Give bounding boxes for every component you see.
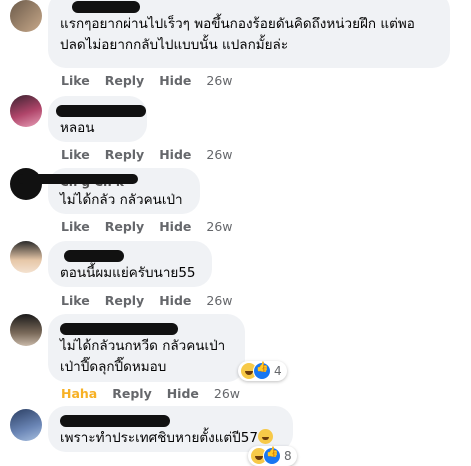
timestamp[interactable]: 26w (206, 147, 232, 162)
comment-actions: Like Reply Hide 26w (61, 147, 248, 162)
laughing-emoji-icon (257, 429, 273, 444)
hide-button[interactable]: Hide (159, 219, 191, 234)
comment-bubble: แรกๆอยากผ่านไปเร็วๆ พอขึ้นกองร้อยดันคิดถ… (48, 0, 450, 68)
comment-text-line: ไม่ได้กลัวนกหวีด กลัวคนเป่า (60, 338, 226, 354)
reaction-summary[interactable]: 8 (248, 446, 297, 466)
reply-button[interactable]: Reply (105, 219, 144, 234)
avatar[interactable] (10, 241, 42, 273)
like-button[interactable]: Like (61, 293, 90, 308)
comment-bubble: ตอนนี้ผมแย่ครับนาย55 (48, 241, 212, 287)
haha-button[interactable]: Haha (61, 386, 97, 401)
like-button[interactable]: Like (61, 73, 90, 88)
timestamp[interactable]: 26w (206, 73, 232, 88)
avatar[interactable] (10, 0, 42, 32)
redacted-name (60, 323, 178, 335)
timestamp[interactable]: 26w (206, 219, 232, 234)
comment-text-line: แรกๆอยากผ่านไปเร็วๆ พอขึ้นกองร้อยดันคิดถ… (60, 16, 415, 32)
reply-button[interactable]: Reply (105, 293, 144, 308)
hide-button[interactable]: Hide (159, 293, 191, 308)
timestamp[interactable]: 26w (214, 386, 240, 401)
comment-actions: Like Reply Hide 26w (61, 73, 248, 88)
reply-button[interactable]: Reply (112, 386, 151, 401)
reaction-count: 8 (284, 449, 292, 463)
redacted-name (56, 105, 146, 117)
avatar[interactable] (10, 314, 42, 346)
commenter-name[interactable] (56, 103, 146, 118)
comment-text: ไม่ได้กลัว กลัวคนเป่า (60, 192, 183, 208)
avatar[interactable] (10, 95, 42, 127)
hide-button[interactable]: Hide (159, 147, 191, 162)
reaction-summary[interactable]: 4 (238, 361, 287, 381)
comment-text-content: เพราะทำประเทศชิบหายตั้งแต่ปี57 (60, 430, 258, 446)
comment-bubble: Ch g Ch k ไม่ได้กลัว กลัวคนเป่า (18, 168, 200, 214)
like-button[interactable]: Like (61, 219, 90, 234)
comment-text: เพราะทำประเทศชิบหายตั้งแต่ปี57 (60, 428, 281, 449)
redacted-name (72, 1, 140, 13)
comment-text: หลอน (60, 120, 95, 136)
like-reaction-icon (263, 447, 281, 465)
commenter-name[interactable] (60, 413, 281, 428)
comment-actions: Haha Reply Hide 26w (61, 386, 255, 401)
reply-button[interactable]: Reply (105, 147, 144, 162)
commenter-name[interactable] (60, 248, 200, 263)
avatar[interactable] (10, 409, 42, 441)
comment-actions: Like Reply Hide 26w (61, 293, 248, 308)
comment-actions: Like Reply Hide 26w (61, 219, 248, 234)
comment-text: ตอนนี้ผมแย่ครับนาย55 (60, 265, 196, 281)
timestamp[interactable]: 26w (206, 293, 232, 308)
avatar[interactable] (10, 168, 42, 200)
redacted-name (18, 174, 138, 184)
like-reaction-icon (253, 362, 271, 380)
reaction-count: 4 (274, 364, 282, 378)
hide-button[interactable]: Hide (159, 73, 191, 88)
comment-text-line: เป่าปี๊ดลุกปี๊ดหมอบ (60, 359, 167, 375)
commenter-name[interactable] (60, 0, 438, 14)
comment-bubble: หลอน (48, 96, 147, 142)
reply-button[interactable]: Reply (105, 73, 144, 88)
redacted-name (64, 250, 124, 262)
like-button[interactable]: Like (61, 147, 90, 162)
comment-text-line: ปลดไม่อยากกลับไปแบบนั้น แปลกมั้ยล่ะ (60, 37, 289, 53)
commenter-name[interactable] (60, 321, 233, 336)
comment-bubble: ไม่ได้กลัวนกหวีด กลัวคนเป่า เป่าปี๊ดลุกป… (48, 314, 245, 382)
redacted-name (60, 415, 170, 427)
hide-button[interactable]: Hide (167, 386, 199, 401)
